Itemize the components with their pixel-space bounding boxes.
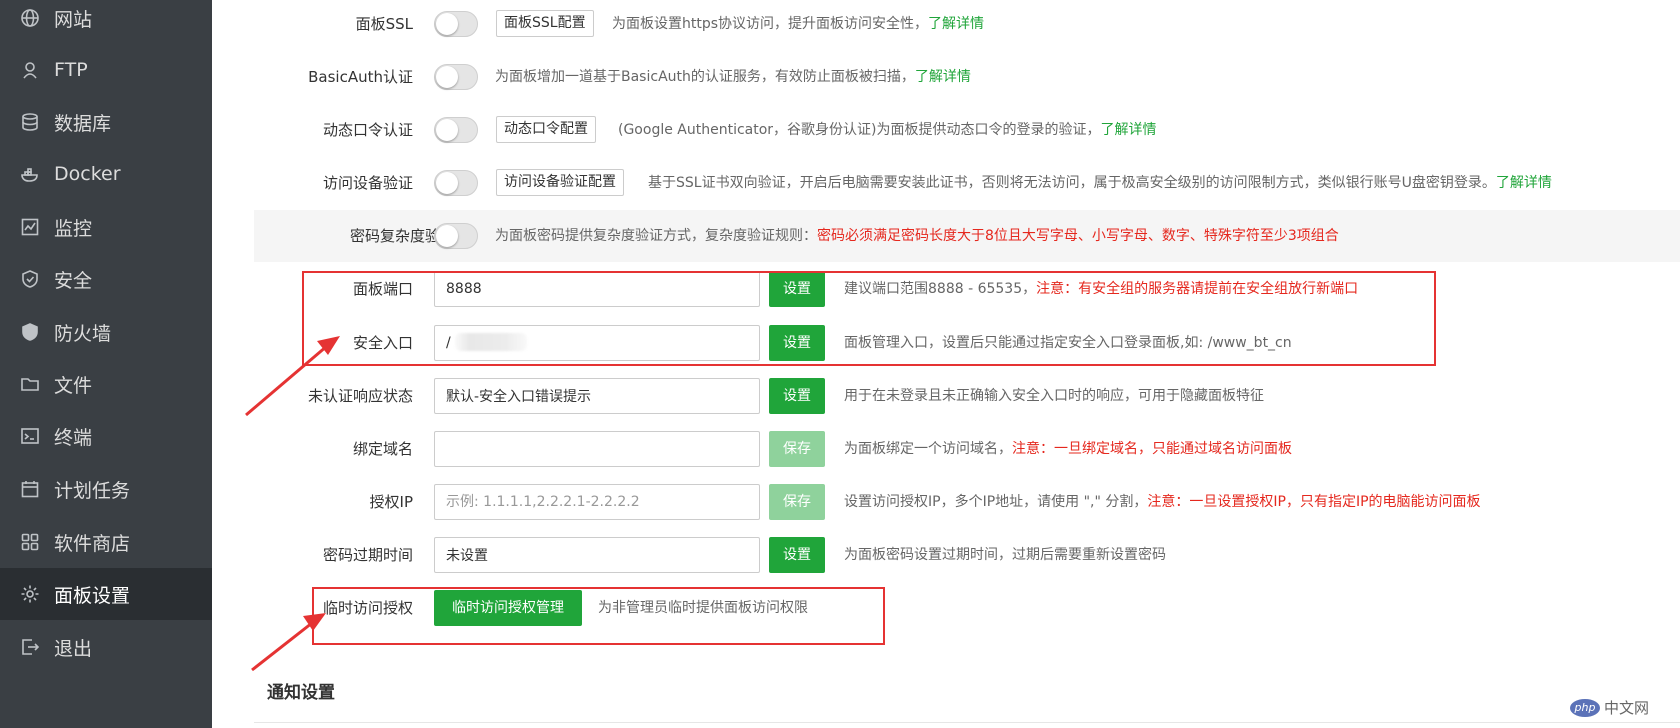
sidebar-item-monitor[interactable]: 监控 <box>0 201 212 253</box>
php-logo-icon: php <box>1570 698 1600 717</box>
authorized-ip-save-button[interactable]: 保存 <box>769 484 825 520</box>
setting-description: 用于在未登录且未正确输入安全入口时的响应，可用于隐藏面板特征 <box>844 388 1264 404</box>
setting-label: 面板SSL <box>355 15 413 33</box>
setting-label: 动态口令认证 <box>322 121 413 139</box>
setting-row-dynamic-password: 动态口令认证 动态口令配置 (Google Authenticator，谷歌身份… <box>212 104 1680 156</box>
sidebar-item-ftp[interactable]: FTP <box>0 44 212 96</box>
site-watermark: php 中文网 <box>1570 697 1649 718</box>
docker-icon <box>20 164 40 184</box>
shield-icon <box>20 269 40 289</box>
panel-ssl-config-button[interactable]: 面板SSL配置 <box>496 10 594 37</box>
sidebar-item-label: 网站 <box>54 8 93 31</box>
globe-icon <box>20 8 40 28</box>
sidebar-item-label: 终端 <box>54 426 93 449</box>
gear-icon <box>20 584 40 604</box>
password-expiry-set-button[interactable]: 设置 <box>769 537 825 573</box>
sidebar-item-cron[interactable]: 计划任务 <box>0 463 212 515</box>
learn-more-link[interactable]: 了解详情 <box>915 69 971 85</box>
device-verification-toggle[interactable] <box>434 170 478 196</box>
database-icon <box>20 112 40 132</box>
sidebar-item-label: 监控 <box>54 217 93 240</box>
setting-row-authorized-ip: 授权IP 保存 设置访问授权IP，多个IP地址，请使用 "," 分割，注意：一旦… <box>212 476 1680 528</box>
folder-icon <box>20 374 40 394</box>
setting-label: 密码过期时间 <box>322 546 413 564</box>
highlight-box-temp-access <box>312 587 885 645</box>
sidebar-item-panel-settings[interactable]: 面板设置 <box>0 568 212 620</box>
logout-icon <box>20 637 40 657</box>
sidebar-item-security[interactable]: 安全 <box>0 253 212 305</box>
bind-domain-input[interactable] <box>434 431 760 467</box>
sidebar-item-app-store[interactable]: 软件商店 <box>0 516 212 568</box>
firewall-icon <box>20 322 40 342</box>
basicauth-toggle[interactable] <box>434 64 478 90</box>
setting-description: 为面板绑定一个访问域名，注意：一旦绑定域名，只能通过域名访问面板 <box>844 441 1292 457</box>
sidebar-item-label: 安全 <box>54 269 93 292</box>
setting-description: (Google Authenticator，谷歌身份认证)为面板提供动态口令的登… <box>618 122 1157 138</box>
setting-description: 为面板密码设置过期时间，过期后需要重新设置密码 <box>844 547 1166 563</box>
notification-settings-title: 通知设置 <box>267 683 335 703</box>
setting-row-unauth-response: 未认证响应状态 设置 用于在未登录且未正确输入安全入口时的响应，可用于隐藏面板特… <box>212 370 1680 422</box>
watermark-text: 中文网 <box>1604 699 1650 717</box>
sidebar-item-label: 软件商店 <box>54 532 131 555</box>
authorized-ip-input[interactable] <box>434 484 760 520</box>
terminal-icon <box>20 426 40 446</box>
sidebar-item-database[interactable]: 数据库 <box>0 96 212 148</box>
setting-label: 授权IP <box>369 493 413 511</box>
panel-settings-content: 面板SSL 面板SSL配置 为面板设置https协议访问，提升面板访问安全性，了… <box>212 0 1680 728</box>
setting-description: 为面板增加一道基于BasicAuth的认证服务，有效防止面板被扫描，了解详情 <box>495 69 971 85</box>
ftp-icon <box>20 60 40 80</box>
setting-label: 绑定域名 <box>352 440 413 458</box>
setting-row-password-complexity: 密码复杂度验证 为面板密码提供复杂度验证方式，复杂度验证规则：密码必须满足密码长… <box>254 210 1680 262</box>
password-complexity-toggle[interactable] <box>434 223 478 249</box>
unauth-response-set-button[interactable]: 设置 <box>769 378 825 414</box>
sidebar-item-files[interactable]: 文件 <box>0 358 212 410</box>
sidebar-item-logout[interactable]: 退出 <box>0 621 212 673</box>
sidebar-item-label: 退出 <box>54 637 93 660</box>
learn-more-link[interactable]: 了解详情 <box>1101 122 1157 138</box>
unauth-response-select[interactable] <box>434 378 760 414</box>
highlight-box-port-entry <box>302 271 1436 366</box>
setting-row-basicauth: BasicAuth认证 为面板增加一道基于BasicAuth的认证服务，有效防止… <box>212 51 1680 103</box>
setting-label: 访问设备验证 <box>322 174 413 192</box>
sidebar: 网站 FTP 数据库 Docker 监控 安全 防火墙 文件 终端 计划任务 软… <box>0 0 212 728</box>
apps-icon <box>20 532 40 552</box>
setting-description: 为面板密码提供复杂度验证方式，复杂度验证规则：密码必须满足密码长度大于8位且大写… <box>495 228 1339 244</box>
setting-description: 设置访问授权IP，多个IP地址，请使用 "," 分割，注意：一旦设置授权IP，只… <box>844 494 1481 510</box>
learn-more-link[interactable]: 了解详情 <box>928 16 984 32</box>
setting-row-password-expiry: 密码过期时间 设置 为面板密码设置过期时间，过期后需要重新设置密码 <box>212 529 1680 581</box>
bind-domain-save-button[interactable]: 保存 <box>769 431 825 467</box>
sidebar-item-website[interactable]: 网站 <box>0 0 212 44</box>
sidebar-item-terminal[interactable]: 终端 <box>0 410 212 462</box>
section-divider <box>254 722 1680 723</box>
panel-ssl-toggle[interactable] <box>434 11 478 37</box>
dynamic-password-toggle[interactable] <box>434 117 478 143</box>
sidebar-item-label: 文件 <box>54 374 93 397</box>
device-verification-config-button[interactable]: 访问设备验证配置 <box>496 169 624 196</box>
setting-label: 未认证响应状态 <box>307 387 413 405</box>
setting-row-panel-ssl: 面板SSL 面板SSL配置 为面板设置https协议访问，提升面板访问安全性，了… <box>212 0 1680 50</box>
setting-description: 为面板设置https协议访问，提升面板访问安全性，了解详情 <box>612 16 985 32</box>
sidebar-item-label: 数据库 <box>54 112 112 135</box>
sidebar-item-label: 面板设置 <box>54 584 131 607</box>
learn-more-link[interactable]: 了解详情 <box>1496 175 1552 191</box>
setting-description: 基于SSL证书双向验证，开启后电脑需要安装此证书，否则将无法访问，属于极高安全级… <box>648 175 1552 191</box>
password-expiry-input[interactable] <box>434 537 760 573</box>
sidebar-item-firewall[interactable]: 防火墙 <box>0 306 212 358</box>
setting-row-device-verification: 访问设备验证 访问设备验证配置 基于SSL证书双向验证，开启后电脑需要安装此证书… <box>212 157 1680 209</box>
monitor-icon <box>20 217 40 237</box>
sidebar-item-label: 防火墙 <box>54 322 112 345</box>
sidebar-item-label: Docker <box>54 163 121 185</box>
sidebar-item-label: FTP <box>54 59 88 81</box>
sidebar-item-docker[interactable]: Docker <box>0 148 212 200</box>
setting-label: BasicAuth认证 <box>308 68 413 86</box>
dynamic-password-config-button[interactable]: 动态口令配置 <box>496 116 596 143</box>
calendar-icon <box>20 479 40 499</box>
sidebar-item-label: 计划任务 <box>54 479 131 502</box>
setting-row-bind-domain: 绑定域名 保存 为面板绑定一个访问域名，注意：一旦绑定域名，只能通过域名访问面板 <box>212 423 1680 475</box>
